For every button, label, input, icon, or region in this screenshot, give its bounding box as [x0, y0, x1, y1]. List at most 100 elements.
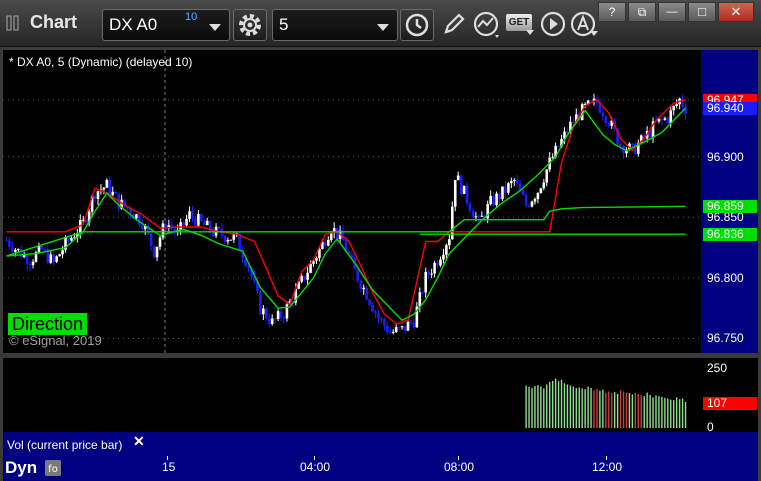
maximize-button[interactable]: □: [688, 2, 716, 22]
candle-body: [273, 318, 277, 320]
candle-body: [303, 275, 306, 280]
volume-tick-label: 250: [707, 361, 728, 376]
candle-body: [589, 100, 593, 102]
candle-body: [194, 217, 197, 226]
close-study-icon[interactable]: ✕: [133, 433, 145, 450]
svg-text:fo: fo: [48, 464, 58, 475]
link-icon[interactable]: fo: [44, 459, 62, 477]
close-window-button[interactable]: ✕: [718, 2, 754, 22]
candle-body: [456, 175, 460, 181]
interval-input[interactable]: 5: [279, 15, 288, 35]
restore-button[interactable]: ⧉: [628, 2, 656, 22]
volume-study-label[interactable]: Vol (current price bar): [7, 438, 122, 452]
time-tick-label: 15: [162, 460, 176, 474]
candle-body: [666, 118, 670, 124]
interval-combo[interactable]: 5: [272, 9, 398, 41]
candle-body: [282, 317, 286, 319]
red-trend-line: [6, 98, 686, 325]
candle-body: [495, 193, 498, 206]
candle-body: [229, 239, 233, 241]
candle-body: [25, 254, 29, 265]
volume-current-tag: 107: [703, 396, 757, 410]
candle-body: [371, 304, 374, 312]
settings-button[interactable]: [233, 9, 267, 41]
candle-body: [102, 187, 106, 190]
candle-body: [188, 211, 191, 219]
candle-body: [362, 287, 366, 290]
candle-body: [430, 273, 433, 275]
price-chart[interactable]: [3, 50, 701, 353]
candle-body: [368, 299, 371, 305]
chevron-down-icon[interactable]: [590, 31, 598, 37]
candle-body: [400, 326, 404, 328]
chevron-down-icon[interactable]: [526, 30, 534, 36]
copyright-text: © eSignal, 2019: [9, 333, 102, 348]
candle-body: [601, 112, 605, 117]
candle-body: [19, 248, 23, 258]
delay-badge: 10: [185, 11, 198, 23]
candle-body: [572, 121, 575, 123]
candle-body: [67, 237, 70, 241]
candle-body: [501, 186, 504, 200]
minimize-button[interactable]: —: [658, 2, 686, 22]
price-tick-label: 96.900: [707, 149, 744, 164]
candle-body: [356, 269, 360, 281]
candle-body: [70, 237, 73, 241]
candle-body: [445, 245, 448, 255]
candle-body: [135, 214, 138, 219]
candle-body: [462, 185, 466, 194]
volume-scale[interactable]: 250 0 107: [701, 358, 758, 434]
help-button[interactable]: ?: [598, 2, 626, 22]
dynamic-label[interactable]: Dyn: [5, 458, 37, 478]
time-axis[interactable]: 15 04:00 08:00 12:00: [3, 456, 758, 481]
candle-body: [108, 179, 112, 196]
candle-body: [55, 256, 58, 262]
volume-chart[interactable]: [3, 358, 701, 432]
candle-body: [155, 246, 159, 258]
gear-icon: [239, 14, 261, 36]
candle-body: [675, 104, 678, 106]
candle-body: [521, 190, 525, 195]
volume-pane[interactable]: [3, 358, 701, 432]
candle-body: [324, 241, 327, 246]
candle-body: [545, 169, 549, 183]
candle-body: [453, 180, 457, 207]
candle-body: [471, 210, 475, 218]
candle-body: [335, 228, 339, 240]
candle-body: [631, 143, 634, 145]
play-icon[interactable]: [538, 9, 568, 39]
studies-icon[interactable]: [472, 10, 504, 40]
candle-body: [58, 254, 61, 257]
candle-body: [536, 192, 540, 200]
candle-body: [409, 321, 413, 323]
pencil-icon[interactable]: [440, 10, 468, 38]
symbol-combo[interactable]: DX A0 10: [102, 9, 230, 41]
study-label: * DX A0, 5 (Dynamic) (delayed 10): [9, 55, 193, 69]
time-template-button[interactable]: [400, 9, 434, 41]
symbol-input[interactable]: DX A0: [109, 15, 157, 35]
candle-body: [474, 216, 478, 218]
time-tick-label: 04:00: [300, 460, 331, 474]
get-button[interactable]: GET: [506, 14, 532, 31]
candle-body: [11, 246, 14, 252]
candle-body: [191, 211, 194, 218]
chevron-down-icon[interactable]: [209, 24, 221, 31]
price-tag: 96.940: [703, 102, 757, 116]
candle-body: [138, 214, 141, 225]
candle-body: [436, 262, 439, 266]
candle-body: [309, 263, 312, 273]
candle-body: [179, 222, 182, 231]
price-pane[interactable]: [3, 50, 701, 353]
candle-body: [182, 222, 185, 226]
candle-body: [185, 218, 188, 226]
candle-body: [164, 223, 168, 228]
candle-body: [527, 205, 531, 207]
price-scale[interactable]: 96.900 96.850 96.800 96.750 96.947 96.940 96.8…: [701, 50, 758, 353]
candle-body: [504, 186, 507, 193]
candle-body: [406, 321, 410, 331]
candle-body: [660, 118, 664, 120]
candle-body: [262, 308, 265, 315]
candle-body: [105, 179, 109, 188]
candle-body: [205, 220, 209, 226]
chevron-down-icon[interactable]: [377, 24, 389, 31]
